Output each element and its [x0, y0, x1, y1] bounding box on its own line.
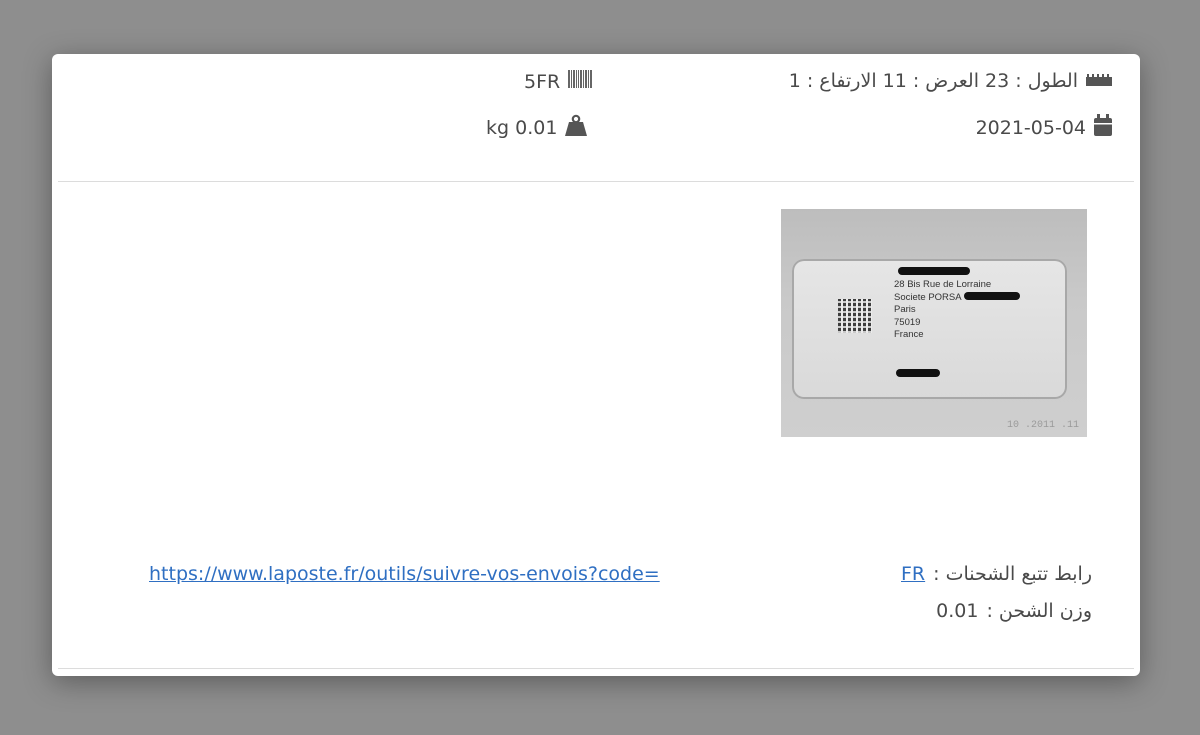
header-divider [58, 181, 1134, 182]
barcode-row: 5FR [524, 70, 593, 93]
tracking-url-link[interactable]: https://www.laposte.fr/outils/suivre-vos… [149, 563, 660, 585]
redaction-mark [964, 292, 1020, 300]
shipment-label-photo[interactable]: 28 Bis Rue de Lorraine Societe PORSA Par… [781, 209, 1087, 437]
date-row: 2021-05-04 [976, 114, 1112, 141]
dimensions-text: الطول : 23 العرض : 11 الارتفاع : 1 [788, 70, 1078, 92]
footer-divider [58, 668, 1134, 669]
tracking-code-link[interactable]: FR [901, 563, 925, 585]
address-line: Paris [894, 304, 916, 315]
shipping-weight-row: وزن الشحن : 0.01 [936, 600, 1092, 622]
shipping-weight-value: 0.01 [936, 600, 979, 622]
ruler-icon [1086, 70, 1112, 92]
label-card: 28 Bis Rue de Lorraine Societe PORSA Par… [792, 259, 1067, 399]
redaction-mark [898, 267, 970, 275]
dimensions-row: الطول : 23 العرض : 11 الارتفاع : 1 [789, 70, 1112, 92]
weight-row: kg 0.01 [486, 114, 588, 141]
address-line: 28 Bis Rue de Lorraine [894, 279, 992, 290]
redaction-mark [896, 369, 940, 377]
weight-text: kg 0.01 [486, 116, 558, 139]
date-text: 2021-05-04 [975, 116, 1086, 139]
barcode-icon [568, 70, 593, 93]
qr-code-image [838, 299, 872, 333]
photo-stamp: 10 .2011 .11 [1006, 420, 1079, 431]
tracking-label: رابط تتبع الشحنات : [933, 563, 1092, 585]
shipment-details-modal: الطول : 23 العرض : 11 الارتفاع : 1 5FR 2… [52, 54, 1140, 676]
calendar-icon [1094, 114, 1112, 141]
address-block: 28 Bis Rue de Lorraine Societe PORSA Par… [894, 279, 991, 342]
tracking-row: رابط تتبع الشحنات : FR [901, 563, 1092, 585]
shipping-weight-label: وزن الشحن : [986, 600, 1092, 622]
address-line: 75019 [894, 316, 921, 328]
barcode-text: 5FR [524, 70, 561, 93]
weight-icon [565, 114, 588, 141]
address-line: France [894, 329, 924, 340]
